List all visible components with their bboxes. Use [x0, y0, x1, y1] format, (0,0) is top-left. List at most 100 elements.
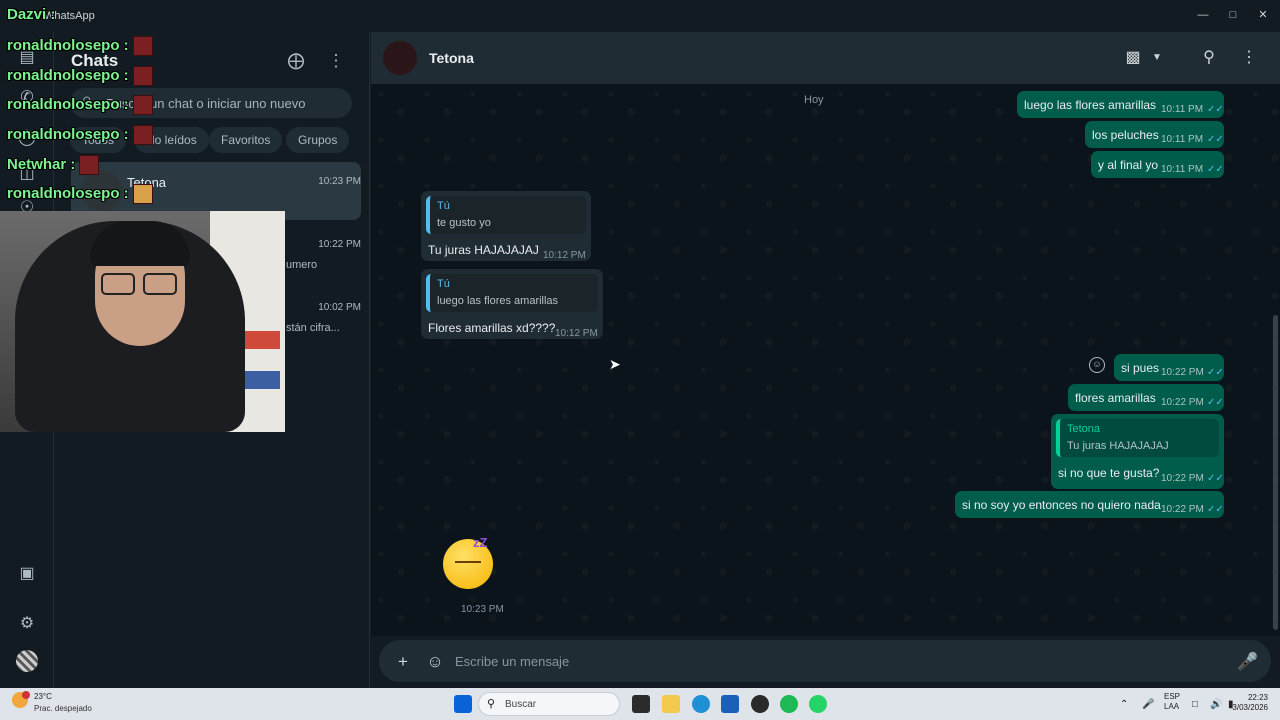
- message-out[interactable]: flores amarillas 10:22 PM ✓✓: [1068, 384, 1224, 411]
- overlay-line: ronaldnolosepo :: [7, 66, 153, 86]
- store-icon[interactable]: [721, 695, 739, 713]
- message-time: 10:11 PM: [1161, 164, 1204, 175]
- lang-top: ESP: [1164, 692, 1181, 701]
- quoted-message[interactable]: Tetona Tu juras HAJAJAJAJ: [1056, 419, 1219, 457]
- overlay-user: ronaldnolosepo: [7, 95, 120, 113]
- message-time: 10:12 PM: [555, 328, 598, 339]
- quote-text: luego las flores amarillas: [437, 295, 559, 307]
- profile-avatar[interactable]: [16, 650, 38, 672]
- notification-badge: [22, 691, 30, 699]
- taskbar-search[interactable]: ⚲ Buscar: [478, 692, 620, 716]
- overlay-user: ronaldnolosepo: [7, 125, 120, 143]
- message-text: si pues: [1121, 361, 1160, 375]
- file-explorer-icon[interactable]: [662, 695, 680, 713]
- emote-icon: [132, 36, 153, 56]
- message-text: si no soy yo entonces no quiero nada: [962, 498, 1161, 512]
- message-out[interactable]: si pues 10:22 PM ✓✓: [1114, 354, 1224, 381]
- close-button[interactable]: ✕: [1248, 4, 1278, 26]
- sticker-icon[interactable]: ☺: [425, 652, 445, 672]
- message-time: 10:22 PM: [1161, 397, 1204, 408]
- obs-icon[interactable]: [751, 695, 769, 713]
- whatsapp-icon[interactable]: [809, 695, 827, 713]
- language-indicator[interactable]: ESP LAA: [1164, 692, 1180, 712]
- emote-icon: [132, 184, 153, 204]
- overlay-user: ronaldnolosepo: [7, 184, 120, 202]
- chat-preview: umero: [286, 259, 318, 271]
- message-input[interactable]: [455, 651, 1195, 671]
- volume-icon[interactable]: 🔊: [1210, 699, 1222, 710]
- message-text: Flores amarillas xd????: [428, 321, 556, 335]
- chat-time: 10:02 PM: [318, 302, 361, 313]
- settings-icon[interactable]: ⚙: [15, 612, 39, 636]
- minimize-button[interactable]: —: [1188, 4, 1218, 26]
- maximize-button[interactable]: □: [1218, 4, 1248, 26]
- scrollbar[interactable]: [1273, 315, 1278, 630]
- message-out[interactable]: y al final yo 10:11 PM ✓✓: [1091, 151, 1224, 178]
- quoted-message[interactable]: Tú te gusto yo: [426, 196, 586, 234]
- windows-taskbar: 23°C Prac. despejado ⚲ Buscar ⌃ 🎤 ESP LAA…: [0, 688, 1280, 720]
- chat-time: 10:22 PM: [318, 239, 361, 250]
- menu-icon[interactable]: ⋮: [324, 49, 348, 73]
- message-time: 10:12 PM: [543, 250, 586, 261]
- mouse-cursor: ➤: [609, 356, 621, 372]
- message-time: 10:11 PM: [1161, 104, 1204, 115]
- quote-author: Tú: [437, 278, 450, 290]
- overlay-user: Netwhar: [7, 155, 67, 173]
- quoted-message[interactable]: Tú luego las flores amarillas: [426, 274, 598, 312]
- task-view-icon[interactable]: [632, 695, 650, 713]
- start-icon[interactable]: [454, 695, 472, 713]
- message-in[interactable]: Tú te gusto yo Tu juras HAJAJAJAJ 10:12 …: [421, 191, 591, 261]
- system-clock[interactable]: 22:23 3/03/2026: [1232, 693, 1268, 713]
- search-icon[interactable]: ⚲: [1197, 46, 1221, 70]
- microphone-icon[interactable]: 🎤: [1142, 699, 1154, 710]
- chevron-down-icon[interactable]: ▼: [1145, 46, 1169, 70]
- weather-temp: 23°C: [34, 692, 52, 701]
- quote-text: te gusto yo: [437, 217, 491, 229]
- display-icon[interactable]: □: [1192, 699, 1198, 710]
- message-out[interactable]: Tetona Tu juras HAJAJAJAJ si no que te g…: [1051, 414, 1224, 489]
- microphone-icon[interactable]: 🎤: [1237, 652, 1258, 672]
- menu-icon[interactable]: ⋮: [1237, 46, 1261, 70]
- message-out[interactable]: luego las flores amarillas 10:11 PM ✓✓: [1017, 91, 1224, 118]
- read-ticks-icon: ✓✓: [1207, 473, 1224, 484]
- glasses-lens: [101, 273, 135, 295]
- message-composer: + ☺ 🎤: [371, 636, 1280, 688]
- media-icon[interactable]: ▣: [15, 562, 39, 586]
- quote-text: Tu juras HAJAJAJAJ: [1067, 440, 1169, 452]
- sleeping-emoji-sticker[interactable]: zZ: [443, 535, 493, 589]
- overlay-sep: :: [119, 36, 129, 54]
- message-out[interactable]: si no soy yo entonces no quiero nada 10:…: [955, 491, 1224, 518]
- message-time: 10:22 PM: [1161, 367, 1204, 378]
- contact-avatar[interactable]: [383, 41, 417, 75]
- glasses-lens: [143, 273, 177, 295]
- quote-author: Tetona: [1067, 423, 1101, 435]
- contact-name[interactable]: Tetona: [429, 50, 474, 66]
- spotify-icon[interactable]: [780, 695, 798, 713]
- streamer: [15, 221, 245, 432]
- message-out[interactable]: los peluches 10:11 PM ✓✓: [1085, 121, 1224, 148]
- edge-icon[interactable]: [692, 695, 710, 713]
- message-in[interactable]: Tú luego las flores amarillas Flores ama…: [421, 269, 603, 339]
- day-divider: Hoy: [804, 94, 824, 106]
- read-ticks-icon: ✓✓: [1207, 134, 1224, 145]
- overlay-user: Dazvi: [7, 6, 47, 23]
- react-emoji-icon[interactable]: ☺: [1089, 357, 1105, 373]
- overlay-sep: :: [46, 6, 56, 23]
- chevron-up-icon[interactable]: ⌃: [1120, 699, 1128, 710]
- overlay-line: Netwhar :: [7, 155, 100, 175]
- video-call-icon[interactable]: ▩: [1121, 46, 1145, 70]
- overlay-sep: :: [119, 184, 129, 202]
- message-text: luego las flores amarillas: [1024, 98, 1157, 112]
- streamer-hair: [90, 221, 190, 266]
- overlay-line: ronaldnolosepo :: [7, 36, 153, 56]
- attach-plus-icon[interactable]: +: [393, 652, 413, 672]
- read-ticks-icon: ✓✓: [1207, 397, 1224, 408]
- weather-desc: Prac. despejado: [34, 704, 92, 713]
- overlay-sep: :: [66, 155, 76, 173]
- overlay-user: ronaldnolosepo: [7, 36, 120, 54]
- message-text: y al final yo: [1098, 158, 1159, 172]
- chat-header: Tetona ▩ ▼ ⚲ ⋮: [371, 32, 1280, 84]
- message-text: los peluches: [1092, 128, 1159, 142]
- emote-icon: [79, 155, 100, 175]
- lang-bottom: LAA: [1164, 702, 1180, 711]
